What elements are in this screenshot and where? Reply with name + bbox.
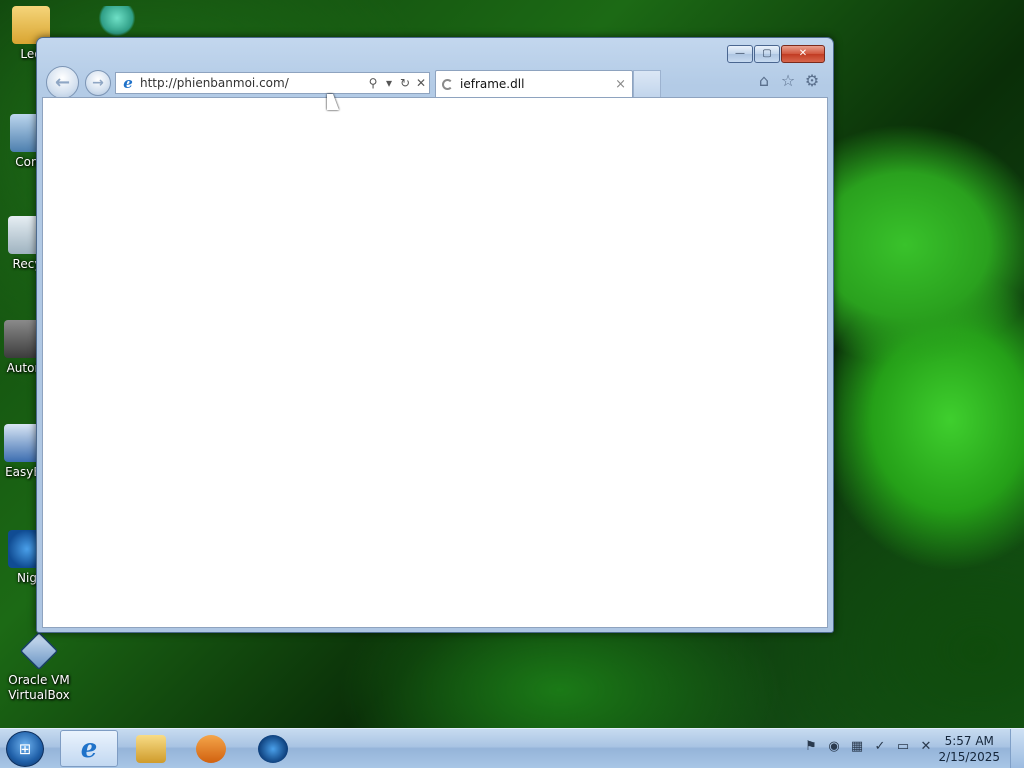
night-app-icon [258, 734, 288, 763]
command-icons: ⌂ ☆ ⚙ [755, 72, 821, 90]
desktop-icon-virtualbox[interactable]: Oracle VM VirtualBox [2, 631, 76, 703]
media-player-icon [196, 734, 226, 763]
arrow-right-icon: → [92, 75, 104, 91]
favorites-star-icon[interactable]: ☆ [779, 72, 797, 90]
clock[interactable]: 5:57 AM 2/15/2025 [938, 733, 1000, 765]
desktop-icon-label: Autor [6, 361, 40, 375]
dropdown-arrow-icon[interactable]: ▾ [381, 76, 397, 90]
arrow-left-icon: ← [54, 72, 71, 93]
maximize-button[interactable]: ▢ [754, 45, 780, 63]
ie-page-icon: e [123, 74, 133, 92]
clock-time: 5:57 AM [944, 734, 994, 748]
minimize-button[interactable]: — [727, 45, 753, 63]
tab-active[interactable]: ieframe.dll × [435, 70, 633, 97]
refresh-icon[interactable]: ↻ [397, 76, 413, 90]
close-button[interactable]: ✕ [781, 45, 825, 63]
system-tray: ⚑ ◉ ▦ ✓ ▭ ✕ [803, 739, 934, 755]
new-tab-button[interactable] [633, 70, 661, 97]
volume-muted-icon[interactable]: ✕ [918, 739, 934, 755]
desktop-icon-dragon[interactable] [80, 6, 154, 39]
taskbar-internet-explorer[interactable]: e [60, 730, 118, 767]
windows-logo-icon: ⊞ [18, 740, 32, 758]
security-icon[interactable]: ✓ [872, 739, 888, 755]
clock-date: 2/15/2025 [938, 750, 1000, 764]
taskbar-media-player[interactable] [182, 730, 240, 767]
action-center-icon[interactable]: ⚑ [803, 739, 819, 755]
back-button[interactable]: ← [46, 66, 79, 99]
start-button[interactable]: ⊞ [6, 731, 44, 767]
mouse-cursor-icon [327, 94, 339, 110]
internet-explorer-icon: e [80, 733, 98, 764]
caption-buttons: — ▢ ✕ [727, 45, 825, 63]
virtualbox-icon [19, 631, 59, 671]
show-desktop-button[interactable] [1010, 729, 1024, 768]
taskbar-night-app[interactable] [244, 730, 302, 767]
tab-title: ieframe.dll [460, 77, 525, 91]
loading-spinner-icon [442, 78, 453, 90]
network-icon[interactable]: ◉ [826, 739, 842, 755]
stop-icon[interactable]: ✕ [413, 76, 429, 90]
desktop-icon-label: Nig [17, 571, 37, 585]
taskbar-windows-explorer[interactable] [122, 730, 180, 767]
address-bar[interactable]: e http://phienbanmoi.com/ ⚲ ▾ ↻ ✕ [115, 72, 430, 94]
forward-button[interactable]: → [85, 70, 111, 96]
page-content-area[interactable] [42, 97, 828, 628]
settings-gear-icon[interactable]: ⚙ [803, 72, 821, 90]
app-tray-icon[interactable]: ▦ [849, 739, 865, 755]
tab-close-icon[interactable]: × [615, 77, 626, 92]
display-icon[interactable]: ▭ [895, 739, 911, 755]
folder-icon [136, 734, 166, 763]
home-icon[interactable]: ⌂ [755, 72, 773, 90]
dragon-app-icon [98, 6, 136, 36]
taskbar: ⊞ e ⚑ ◉ ▦ ✓ ▭ ✕ 5:57 AM 2/15/2025 [0, 728, 1024, 768]
search-icon[interactable]: ⚲ [365, 76, 381, 90]
desktop-icon-label: Oracle VM VirtualBox [8, 673, 70, 702]
browser-window[interactable]: — ▢ ✕ ← → e http://phienbanmoi.com/ ⚲ ▾ … [36, 37, 834, 633]
address-url[interactable]: http://phienbanmoi.com/ [140, 76, 365, 90]
